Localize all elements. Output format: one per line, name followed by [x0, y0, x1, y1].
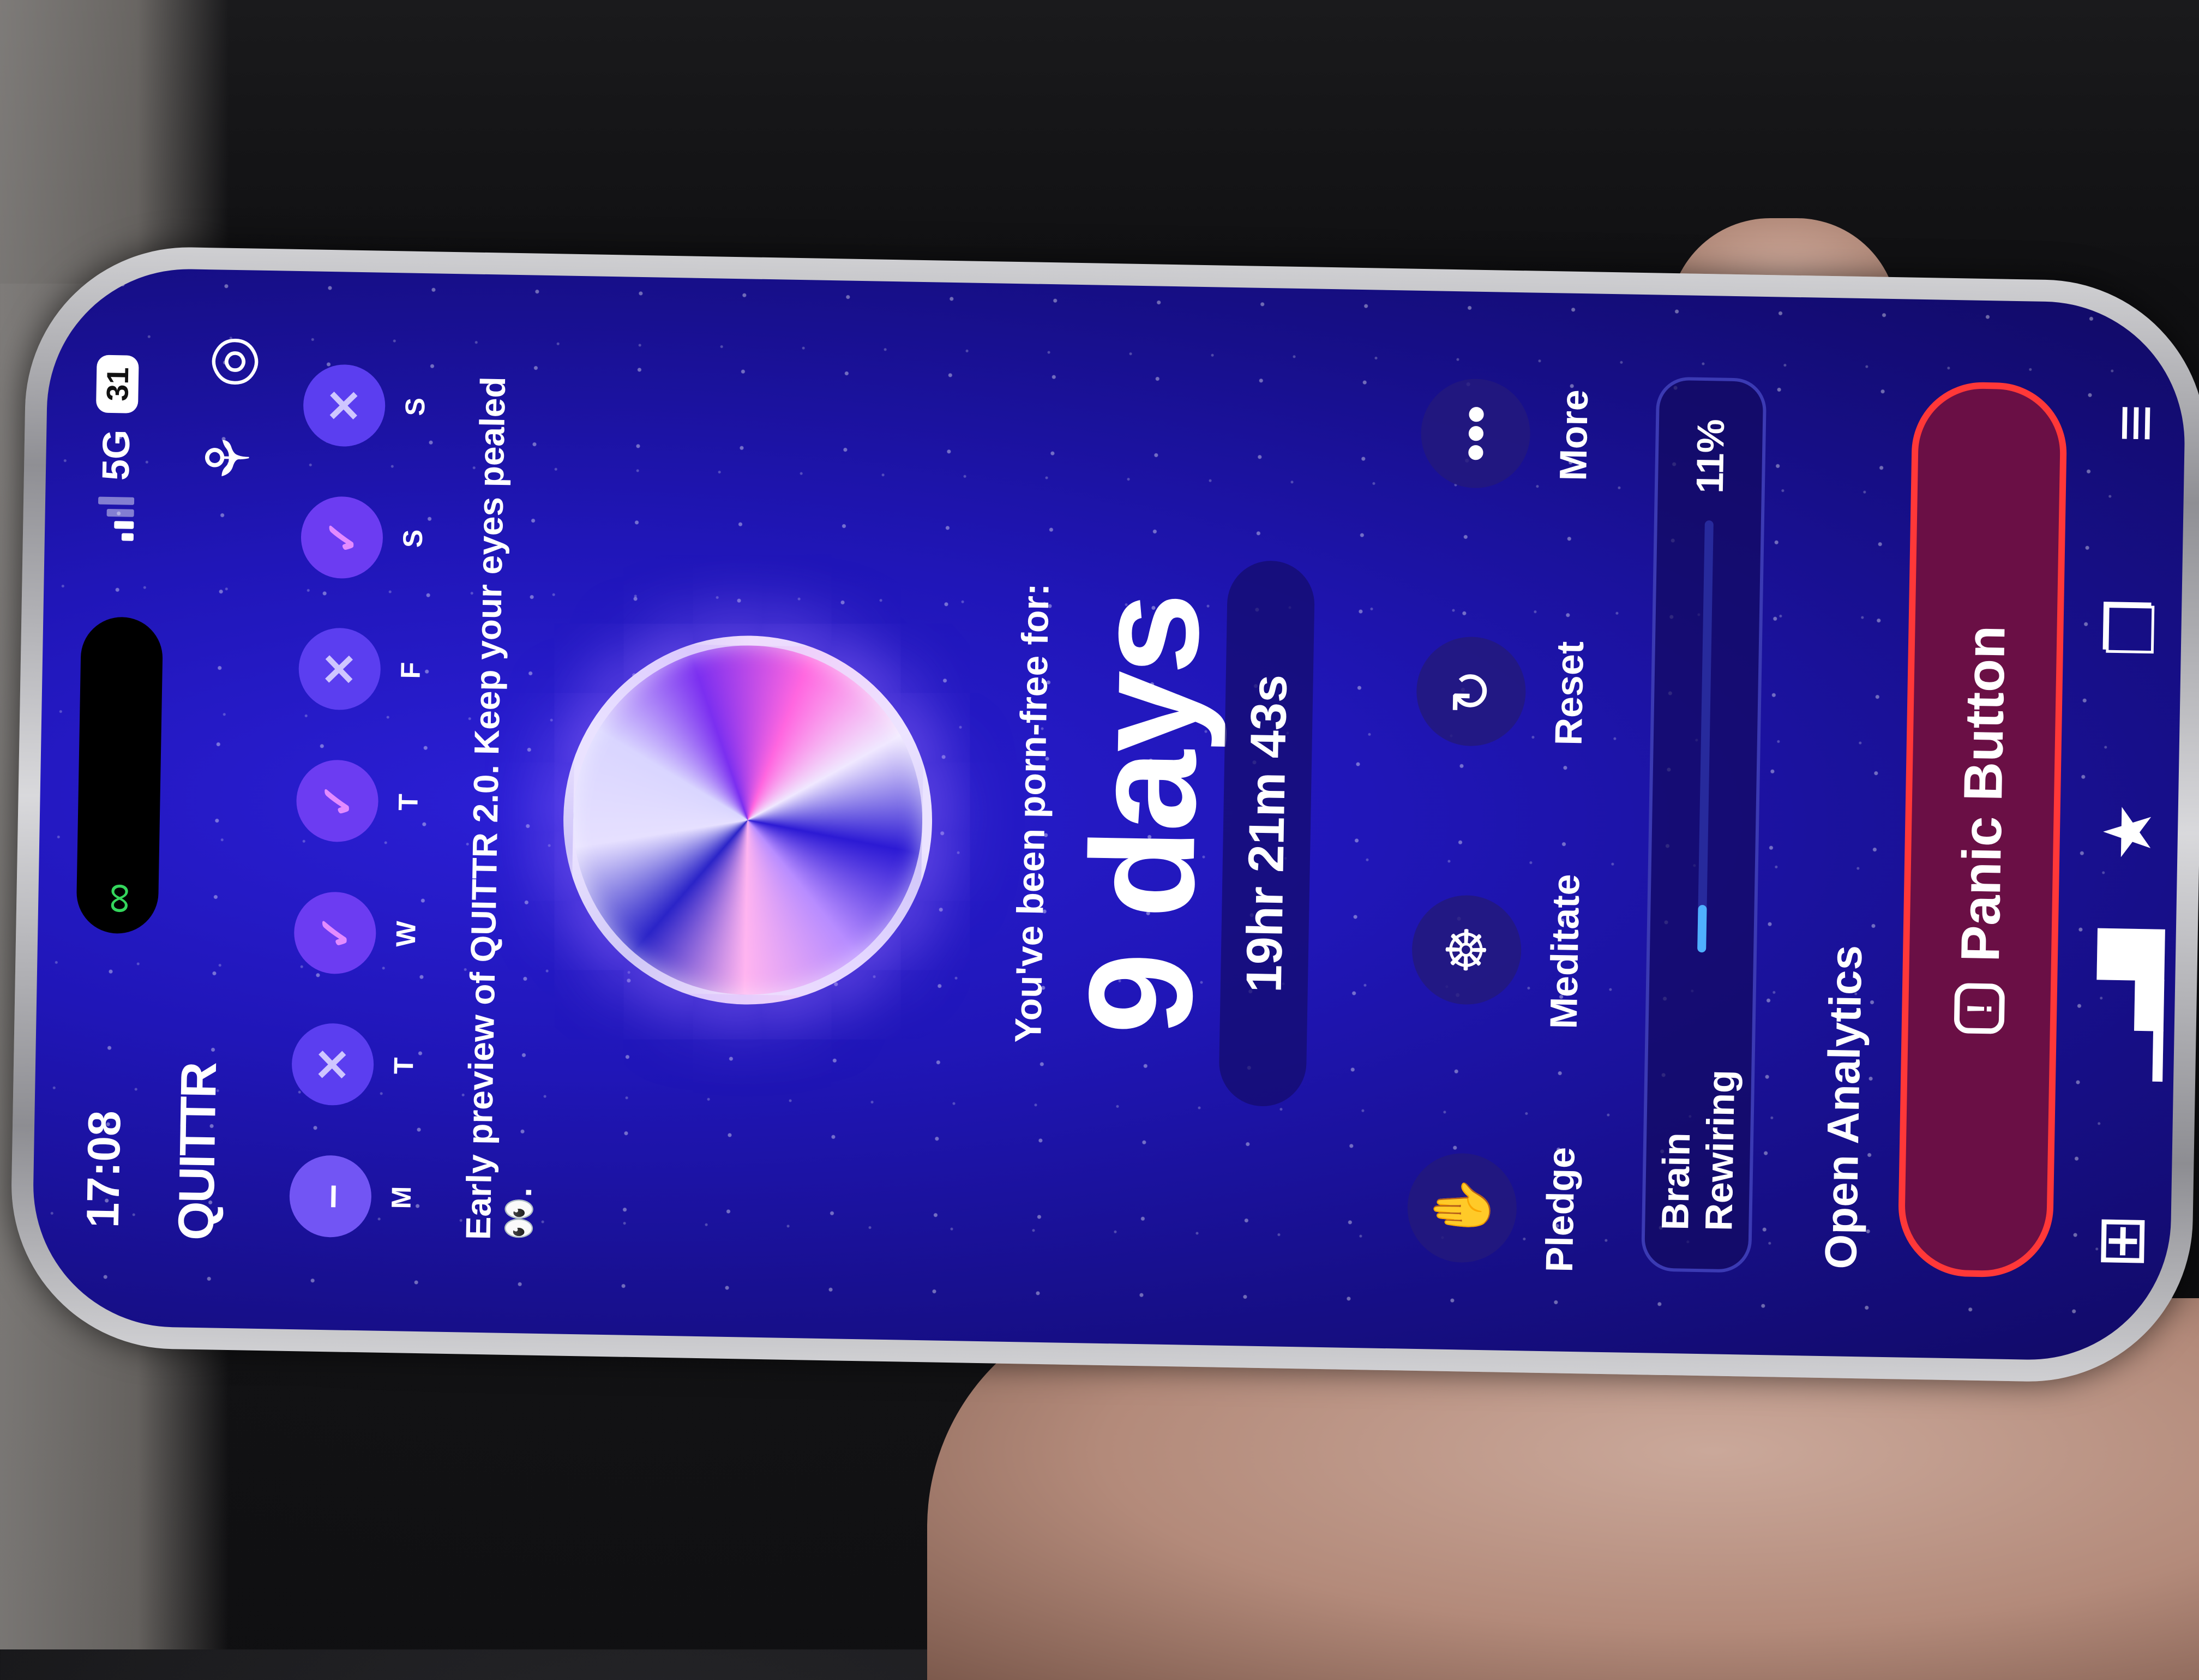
meditate-button[interactable]: ☸ Meditate [1410, 856, 1588, 1045]
day-label: T [388, 1057, 419, 1075]
day-label: S [397, 529, 429, 548]
signal-icon [95, 496, 135, 541]
day-item[interactable]: – M [289, 1154, 418, 1239]
chart-icon[interactable]: ▁▃▇ [2086, 929, 2164, 1081]
day-item[interactable]: ✓ S [300, 495, 430, 580]
day-status: ✕ [302, 364, 386, 447]
day-item[interactable]: ✕ S [302, 364, 432, 448]
panic-button-label: Panic Button [1949, 625, 2017, 963]
day-item[interactable]: ✓ W [293, 891, 423, 975]
day-label: T [393, 793, 424, 811]
panic-button[interactable]: ! Panic Button [1897, 381, 2068, 1279]
day-status: ✓ [300, 495, 384, 579]
day-status: ✓ [293, 891, 377, 975]
day-item[interactable]: ✕ T [291, 1023, 420, 1107]
action-label: Pledge [1537, 1147, 1583, 1273]
app-header: QUITTR ⚘ ◎ [168, 335, 277, 1242]
brain-rewiring-track [1697, 520, 1714, 953]
menu-icon[interactable]: ≡ [2097, 379, 2174, 467]
plant-icon[interactable]: ⚘ [195, 431, 263, 486]
battery-indicator: 31 [95, 355, 139, 414]
more-button[interactable]: ••• More [1420, 340, 1597, 529]
tab-bar: ⊞ ▁▃▇ ★ ❐ ≡ [2083, 379, 2174, 1286]
preview-banner: Early preview of QUITTR 2.0. Keep your e… [458, 376, 539, 1241]
status-right: 5G 31 [93, 355, 140, 541]
dynamic-island[interactable]: ∞ [76, 616, 164, 934]
chat-icon[interactable]: ❐ [2093, 584, 2171, 672]
day-status: ✕ [291, 1023, 375, 1106]
link-icon: ∞ [92, 882, 142, 915]
brain-rewiring-label: Brain Rewiring [1654, 1069, 1743, 1232]
more-icon: ••• [1420, 377, 1531, 489]
day-label: M [386, 1186, 417, 1209]
day-item[interactable]: ✕ F [298, 627, 427, 711]
streak-days: 9 days [1058, 594, 1230, 1036]
brain-rewiring-percent: 11% [1688, 418, 1733, 494]
meditate-icon: ☸ [1411, 894, 1522, 1005]
network-label: 5G [94, 429, 138, 481]
quick-actions: ✋ Pledge ☸ Meditate ↻ Reset ••• More [1406, 340, 1597, 1303]
action-label: Meditate [1542, 873, 1588, 1029]
reset-icon: ↻ [1415, 636, 1527, 747]
header-icons: ⚘ ◎ [195, 335, 265, 486]
week-tracker: – M ✕ T ✓ W ✓ T ✕ F ✓ S ✕ S [289, 364, 432, 1239]
app-logo: QUITTR [168, 1063, 227, 1241]
streak-timer: 19hr 21m 43s [1218, 560, 1315, 1107]
brain-rewiring-fill [1697, 904, 1707, 953]
alert-icon: ! [1954, 983, 2005, 1035]
action-label: More [1552, 389, 1596, 482]
day-status: ✕ [298, 627, 382, 711]
status-time: 17:08 [76, 1110, 130, 1228]
day-status: – [289, 1154, 372, 1238]
target-icon[interactable]: ◎ [196, 335, 265, 388]
grid-icon[interactable]: ⊞ [2083, 1197, 2160, 1285]
hand-icon: ✋ [1407, 1152, 1518, 1264]
pledge-button[interactable]: ✋ Pledge [1406, 1114, 1584, 1303]
day-label: F [395, 662, 426, 679]
day-label: W [390, 921, 422, 947]
phone: 17:08 ∞ 5G 31 QUITTR ⚘ ◎ – M ✕ T ✓ W ✓ T… [9, 244, 2199, 1384]
phone-screen: 17:08 ∞ 5G 31 QUITTR ⚘ ◎ – M ✕ T ✓ W ✓ T… [31, 266, 2187, 1363]
background-scene-top [0, 0, 2199, 284]
action-label: Reset [1547, 641, 1591, 746]
reset-button[interactable]: ↻ Reset [1415, 598, 1593, 787]
day-label: S [399, 397, 431, 416]
brain-rewiring-card[interactable]: Brain Rewiring 11% [1641, 376, 1767, 1273]
open-analytics-link[interactable]: Open Analytics [1816, 945, 1872, 1269]
day-status: ✓ [296, 759, 379, 843]
star-card-icon[interactable]: ★ [2090, 788, 2167, 876]
day-item[interactable]: ✓ T [296, 759, 425, 843]
